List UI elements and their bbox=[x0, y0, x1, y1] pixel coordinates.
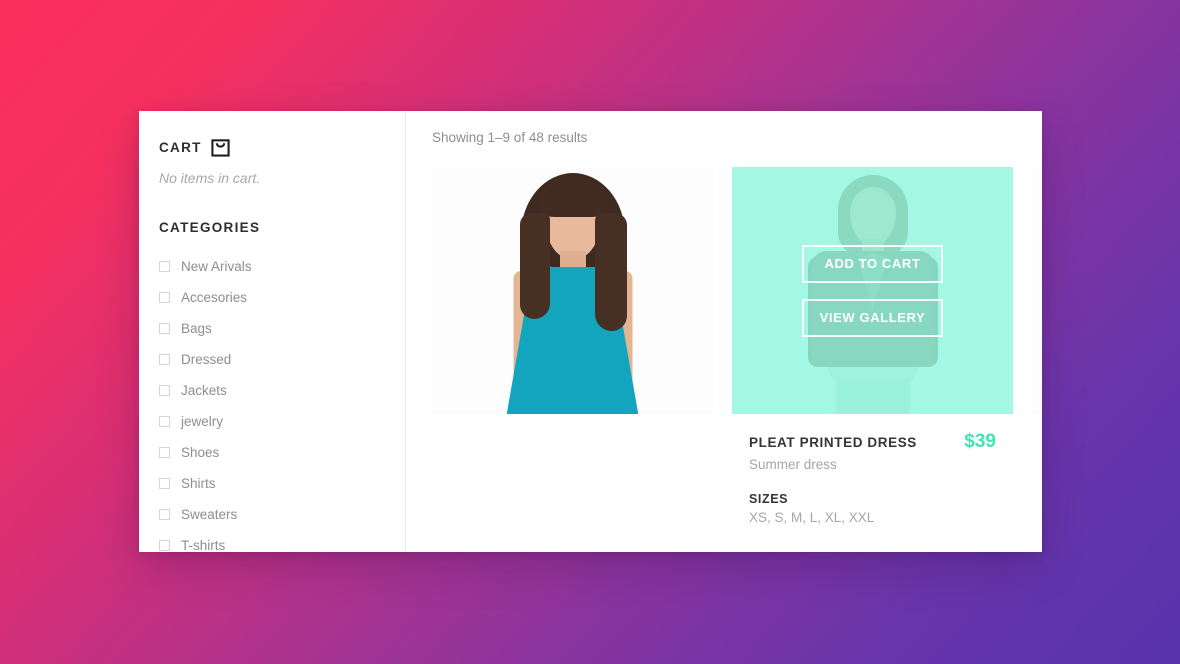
category-checkbox[interactable] bbox=[159, 478, 170, 489]
cart-header[interactable]: CART bbox=[159, 137, 405, 157]
categories-title: CATEGORIES bbox=[159, 220, 261, 235]
shop-panel: CART No items in cart. CATEGORIES New Ar… bbox=[139, 111, 1042, 552]
cart-title: CART bbox=[159, 139, 202, 155]
category-checkbox[interactable] bbox=[159, 292, 170, 303]
category-checkbox[interactable] bbox=[159, 416, 170, 427]
sidebar-item-jackets[interactable]: Jackets bbox=[159, 375, 405, 406]
category-checkbox[interactable] bbox=[159, 540, 170, 551]
view-gallery-button[interactable]: VIEW GALLERY bbox=[802, 298, 943, 337]
category-checkbox[interactable] bbox=[159, 261, 170, 272]
product-card-partial[interactable] bbox=[1032, 167, 1042, 525]
sidebar-item-new-arivals[interactable]: New Arivals bbox=[159, 251, 405, 282]
category-label: Jackets bbox=[181, 383, 227, 398]
sizes-label: SIZES bbox=[749, 492, 789, 506]
product-image[interactable]: ADD TO CART VIEW GALLERY bbox=[732, 167, 1013, 414]
add-to-cart-button[interactable]: ADD TO CART bbox=[802, 244, 943, 283]
cart-empty-message: No items in cart. bbox=[159, 170, 261, 186]
category-label: Accesories bbox=[181, 290, 248, 305]
product-card-hovered[interactable]: ADD TO CART VIEW GALLERY PLEAT PRINTED D… bbox=[732, 167, 1013, 525]
sidebar-item-dressed[interactable]: Dressed bbox=[159, 344, 405, 375]
product-details bbox=[432, 414, 713, 431]
category-label: New Arivals bbox=[181, 259, 252, 274]
category-label: Shirts bbox=[181, 476, 216, 491]
product-card[interactable] bbox=[432, 167, 713, 525]
product-details: PLEAT PRINTED DRESS $39 Summer dress SIZ… bbox=[732, 414, 1013, 525]
sidebar-item-shoes[interactable]: Shoes bbox=[159, 437, 405, 468]
product-price: $39 bbox=[964, 431, 996, 452]
category-label: Sweaters bbox=[181, 507, 238, 522]
sidebar-item-shirts[interactable]: Shirts bbox=[159, 468, 405, 499]
sidebar-item-t-shirts[interactable]: T-shirts bbox=[159, 530, 405, 552]
sidebar-item-jewelry[interactable]: jewelry bbox=[159, 406, 405, 437]
category-label: T-shirts bbox=[181, 538, 226, 552]
sidebar-item-accesories[interactable]: Accesories bbox=[159, 282, 405, 313]
product-photo-teal-dress bbox=[432, 167, 713, 414]
sidebar-item-sweaters[interactable]: Sweaters bbox=[159, 499, 405, 530]
category-label: jewelry bbox=[181, 414, 224, 429]
category-checkbox[interactable] bbox=[159, 447, 170, 458]
product-image[interactable] bbox=[432, 167, 713, 414]
categories-list: New Arivals Accesories Bags Dressed Jack… bbox=[159, 251, 405, 552]
category-label: Shoes bbox=[181, 445, 220, 460]
product-grid: ADD TO CART VIEW GALLERY PLEAT PRINTED D… bbox=[432, 167, 1042, 525]
product-subtitle: Summer dress bbox=[749, 457, 837, 472]
hover-overlay: ADD TO CART VIEW GALLERY bbox=[732, 167, 1013, 414]
results-count: Showing 1–9 of 48 results bbox=[432, 130, 588, 145]
shopping-bag-icon[interactable] bbox=[211, 137, 230, 157]
product-photo-placeholder bbox=[1032, 167, 1042, 414]
sizes-value: XS, S, M, L, XL, XXL bbox=[749, 510, 875, 525]
category-checkbox[interactable] bbox=[159, 509, 170, 520]
category-checkbox[interactable] bbox=[159, 354, 170, 365]
product-content: Showing 1–9 of 48 results ADD TO CART VI… bbox=[406, 111, 1042, 552]
category-label: Bags bbox=[181, 321, 212, 336]
product-name: PLEAT PRINTED DRESS bbox=[749, 435, 917, 450]
category-label: Dressed bbox=[181, 352, 232, 367]
category-checkbox[interactable] bbox=[159, 385, 170, 396]
sidebar-item-bags[interactable]: Bags bbox=[159, 313, 405, 344]
sidebar: CART No items in cart. CATEGORIES New Ar… bbox=[139, 111, 406, 552]
category-checkbox[interactable] bbox=[159, 323, 170, 334]
product-image[interactable] bbox=[1032, 167, 1042, 414]
